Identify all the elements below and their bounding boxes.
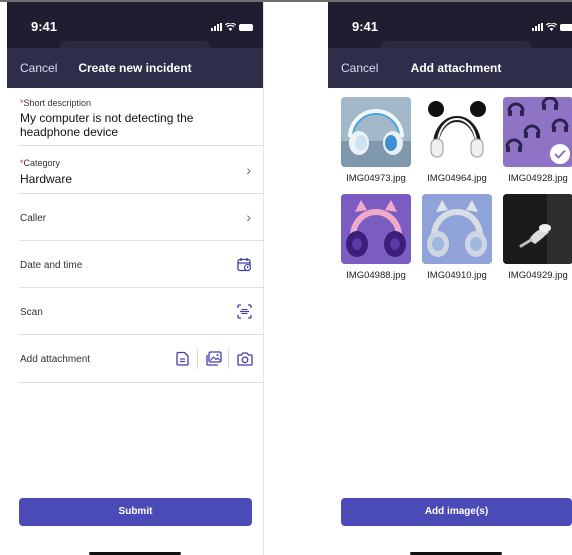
checkmark-icon bbox=[550, 144, 570, 164]
system-icons bbox=[211, 22, 253, 32]
short-description-label: Short description bbox=[23, 98, 92, 108]
category-field[interactable]: *Category Hardware › bbox=[19, 146, 263, 194]
scan-field[interactable]: Scan bbox=[19, 288, 263, 335]
chevron-right-icon: › bbox=[246, 162, 251, 178]
chevron-right-icon: › bbox=[246, 209, 251, 225]
scan-icon[interactable] bbox=[237, 304, 252, 319]
cat-ear-headphones-image bbox=[341, 194, 411, 264]
earbuds-image bbox=[503, 194, 572, 264]
image-filename-6: IMG04929.jpg bbox=[508, 270, 568, 281]
signal-icon bbox=[211, 23, 222, 31]
status-bar: 9:41 bbox=[7, 2, 263, 51]
nav-bar: Cancel Create new incident bbox=[7, 48, 263, 88]
category-label: Category bbox=[23, 158, 61, 168]
system-icons bbox=[532, 22, 572, 32]
screen-divider bbox=[263, 2, 264, 555]
nav-bar: Cancel Add attachment bbox=[328, 48, 572, 88]
image-thumbnail-3[interactable] bbox=[503, 97, 572, 167]
date-time-label: Date and time bbox=[20, 260, 83, 271]
image-filename-1: IMG04973.jpg bbox=[346, 173, 406, 184]
image-filename-4: IMG04988.jpg bbox=[346, 270, 406, 281]
image-filename-2: IMG04964.jpg bbox=[427, 173, 487, 184]
add-images-button[interactable]: Add image(s) bbox=[341, 498, 572, 526]
image-thumbnail-1[interactable] bbox=[341, 97, 411, 167]
status-time: 9:41 bbox=[352, 19, 379, 34]
page-title: Create new incident bbox=[78, 61, 192, 75]
add-attachment-field: Add attachment bbox=[19, 335, 263, 383]
icon-separator bbox=[197, 349, 198, 369]
image-thumbnail-4[interactable] bbox=[341, 194, 411, 264]
scan-label: Scan bbox=[20, 307, 43, 318]
status-bar: 9:41 bbox=[328, 2, 572, 51]
image-thumbnail-2[interactable] bbox=[422, 97, 492, 167]
caller-label: Caller bbox=[20, 213, 47, 224]
icon-separator bbox=[228, 349, 229, 369]
camera-icon[interactable] bbox=[237, 351, 253, 366]
image-filename-3: IMG04928.jpg bbox=[508, 173, 568, 184]
blue-cat-headphones-image bbox=[422, 194, 492, 264]
image-filename-5: IMG04910.jpg bbox=[427, 270, 487, 281]
short-description-field[interactable]: *Short description My computer is not de… bbox=[19, 88, 263, 146]
date-time-field[interactable]: Date and time bbox=[19, 241, 263, 288]
image-thumbnail-5[interactable] bbox=[422, 194, 492, 264]
signal-icon bbox=[532, 23, 543, 31]
status-time: 9:41 bbox=[31, 19, 58, 34]
category-value: Hardware bbox=[20, 172, 73, 186]
document-icon[interactable] bbox=[176, 351, 190, 366]
short-description-value[interactable]: My computer is not detecting the headpho… bbox=[20, 111, 253, 139]
image-thumbnail-6[interactable] bbox=[503, 194, 572, 264]
add-attachment-label: Add attachment bbox=[20, 354, 91, 365]
caller-field[interactable]: Caller › bbox=[19, 194, 263, 241]
submit-button[interactable]: Submit bbox=[19, 498, 252, 526]
create-incident-screen: 9:41 Cancel Create new incident *Short d… bbox=[7, 2, 263, 555]
page-title: Add attachment bbox=[410, 61, 502, 75]
calendar-icon[interactable] bbox=[237, 257, 252, 272]
wifi-icon bbox=[546, 23, 557, 31]
battery-icon bbox=[560, 23, 572, 31]
battery-icon bbox=[239, 23, 253, 31]
add-attachment-screen: 9:41 Cancel Add attachment IMG04973.jpg bbox=[328, 2, 572, 555]
gallery-icon[interactable] bbox=[206, 351, 222, 366]
wifi-icon bbox=[225, 23, 236, 31]
headphones-image bbox=[341, 97, 411, 167]
panda-headphones-image bbox=[422, 97, 492, 167]
